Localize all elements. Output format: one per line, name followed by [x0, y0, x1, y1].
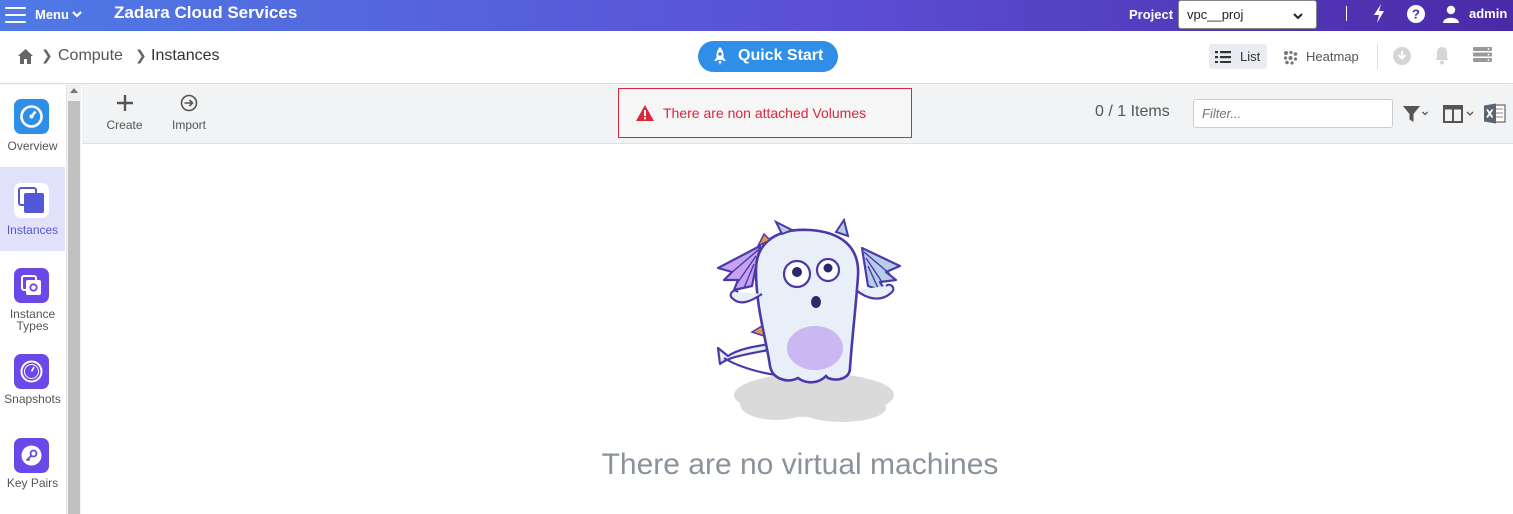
- sidebar-item-label: Instances: [6, 223, 59, 237]
- gauge-icon: [14, 99, 49, 134]
- breadcrumb-instances: Instances: [151, 47, 220, 64]
- quick-start-label: Quick Start: [738, 47, 824, 64]
- chevron-down-icon[interactable]: [71, 8, 83, 20]
- heatmap-view-button[interactable]: Heatmap: [1280, 44, 1370, 69]
- list-view-button[interactable]: List: [1209, 44, 1267, 69]
- svg-text:?: ?: [1412, 7, 1420, 22]
- alert-text: There are non attached Volumes: [663, 105, 867, 121]
- help-icon[interactable]: ?: [1407, 5, 1425, 23]
- columns-icon[interactable]: [1443, 105, 1475, 123]
- dragon-mascot-illustration: [716, 218, 902, 422]
- project-select[interactable]: vpc__proj: [1178, 0, 1317, 29]
- sidebar-item-label: Snapshots: [4, 392, 61, 406]
- project-label: Project: [1129, 7, 1174, 22]
- create-label: Create: [106, 118, 143, 132]
- empty-state-message: There are no virtual machines: [601, 448, 999, 481]
- app-title: Zadara Cloud Services: [114, 3, 298, 22]
- list-view-label: List: [1240, 49, 1261, 64]
- instance-types-icon: [14, 268, 49, 303]
- create-button[interactable]: Create: [102, 85, 147, 144]
- filter-input[interactable]: [1193, 99, 1393, 128]
- toolbar: Create Import There are non attached Vol…: [82, 85, 1513, 144]
- items-count: 0 / 1 Items: [1095, 103, 1170, 120]
- rocket-icon: [714, 47, 726, 65]
- chevron-down-icon: [1293, 13, 1303, 20]
- breadcrumb-bar: ❯ Compute ❯ Instances Quick Start List H…: [0, 31, 1513, 84]
- sidebar-item-instances[interactable]: Instances: [0, 167, 65, 251]
- sidebar-item-label: Key Pairs: [6, 476, 59, 490]
- menu-button[interactable]: Menu: [35, 7, 69, 22]
- list-icon: [1215, 51, 1231, 63]
- divider: [1346, 6, 1347, 21]
- chevron-right-icon: ❯: [41, 47, 53, 63]
- project-value: vpc__proj: [1187, 7, 1244, 22]
- heatmap-view-label: Heatmap: [1306, 49, 1359, 64]
- quick-start-button[interactable]: Quick Start: [698, 41, 838, 72]
- bell-icon[interactable]: [1434, 46, 1450, 65]
- chevron-right-icon: ❯: [135, 47, 147, 63]
- warning-icon: [636, 105, 654, 121]
- import-button[interactable]: Import: [166, 85, 212, 144]
- snapshot-icon: [14, 354, 49, 389]
- user-icon[interactable]: [1442, 5, 1460, 23]
- breadcrumb-compute[interactable]: Compute: [58, 47, 123, 65]
- download-icon[interactable]: [1393, 47, 1411, 65]
- non-attached-volumes-alert[interactable]: There are non attached Volumes: [618, 88, 912, 138]
- sidebar-item-label: Overview: [7, 139, 58, 153]
- hamburger-icon[interactable]: [5, 7, 26, 24]
- instances-icon: [14, 183, 49, 218]
- sidebar-item-instance-types[interactable]: Instance Types: [0, 251, 65, 351]
- divider: [1377, 44, 1378, 69]
- sidebar-scrollbar-thumb[interactable]: [68, 101, 80, 514]
- excel-icon[interactable]: [1484, 103, 1506, 124]
- scroll-up-arrow-icon[interactable]: [70, 88, 78, 93]
- plus-icon: [116, 95, 133, 111]
- key-icon: [14, 438, 49, 473]
- heatmap-icon: [1283, 50, 1298, 65]
- server-icon[interactable]: [1473, 47, 1492, 62]
- sidebar-item-snapshots[interactable]: Snapshots: [0, 351, 65, 435]
- bolt-icon[interactable]: [1372, 4, 1386, 23]
- user-name[interactable]: admin: [1469, 6, 1507, 21]
- sidebar-item-overview[interactable]: Overview: [0, 85, 65, 167]
- sidebar: Overview Instances Instance Types Snapsh…: [0, 85, 65, 514]
- home-icon[interactable]: [17, 48, 34, 65]
- top-bar: Menu Zadara Cloud Services Project vpc__…: [0, 0, 1513, 31]
- sidebar-item-label: Types: [16, 319, 49, 333]
- import-label: Import: [171, 118, 206, 132]
- sidebar-item-key-pairs[interactable]: Key Pairs: [0, 435, 65, 514]
- filter-icon[interactable]: [1403, 105, 1429, 123]
- import-icon: [180, 94, 198, 112]
